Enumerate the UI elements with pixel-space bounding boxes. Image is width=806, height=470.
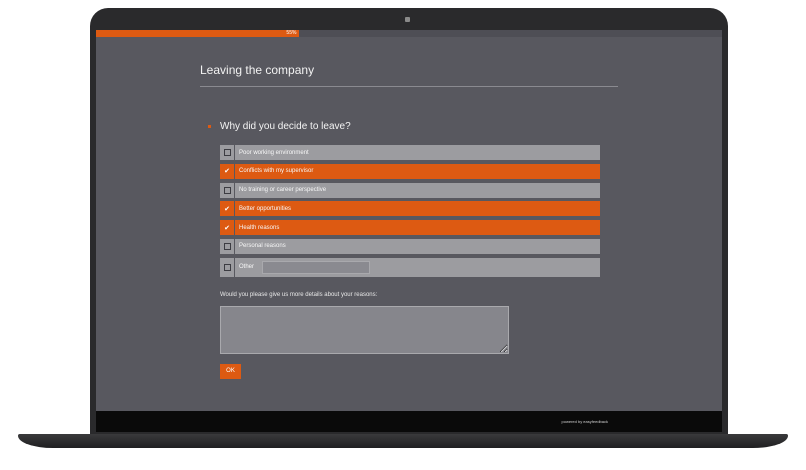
option-row[interactable]: ✔ Health reasons	[220, 220, 600, 236]
option-label: Other	[239, 264, 255, 271]
question-text: Why did you decide to leave?	[220, 121, 351, 132]
checkbox-empty-icon	[223, 186, 231, 194]
progress-label: 55%	[286, 30, 297, 36]
progress-fill: 55%	[96, 30, 300, 37]
option-row[interactable]: No training or career perspective	[220, 182, 600, 198]
option-label: Health reasons	[239, 224, 280, 231]
title-divider	[200, 86, 618, 87]
page-title: Leaving the company	[200, 63, 315, 77]
checkbox-empty-icon	[223, 149, 231, 156]
laptop-base	[18, 434, 788, 448]
check-icon: ✔	[224, 224, 230, 232]
checkbox[interactable]	[220, 182, 235, 198]
checkbox[interactable]: ✔	[220, 163, 235, 179]
option-row[interactable]: Poor working environment	[220, 145, 600, 160]
camera-icon	[405, 17, 410, 22]
footer: powered by easyfeedback	[96, 411, 722, 432]
checkbox-empty-icon	[223, 263, 231, 271]
option-label: Poor working environment	[239, 149, 309, 156]
option-label: Better opportunities	[239, 205, 292, 212]
option-row[interactable]: ✔ Better opportunities	[220, 201, 600, 217]
options-list: Poor working environment ✔ Conflicts with …	[220, 145, 600, 281]
check-icon: ✔	[224, 168, 230, 176]
checkbox[interactable]: ✔	[220, 201, 235, 217]
option-row[interactable]: ✔ Conflicts with my supervisor	[220, 163, 600, 179]
powered-by-text: powered by easyfeedback	[561, 419, 608, 424]
checkbox[interactable]	[220, 257, 235, 277]
option-row[interactable]: Personal reasons	[220, 238, 600, 254]
check-icon: ✔	[224, 205, 230, 213]
checkbox[interactable]: ✔	[220, 220, 235, 236]
details-textarea[interactable]	[220, 306, 509, 354]
checkbox[interactable]	[220, 145, 235, 160]
question-marker	[208, 125, 211, 128]
survey-screen: 55% Leaving the company Why did you deci…	[96, 30, 722, 432]
option-label: Conflicts with my supervisor	[239, 168, 314, 175]
other-text-input[interactable]	[262, 260, 371, 274]
progress-bar: 55%	[96, 30, 722, 37]
ok-button[interactable]: OK	[220, 364, 241, 379]
option-label: No training or career perspective	[239, 187, 327, 194]
checkbox-empty-icon	[223, 242, 231, 250]
details-label: Would you please give us more details ab…	[220, 292, 378, 298]
option-label: Personal reasons	[239, 243, 286, 250]
option-row[interactable]: Other	[220, 257, 600, 277]
checkbox[interactable]	[220, 238, 235, 254]
